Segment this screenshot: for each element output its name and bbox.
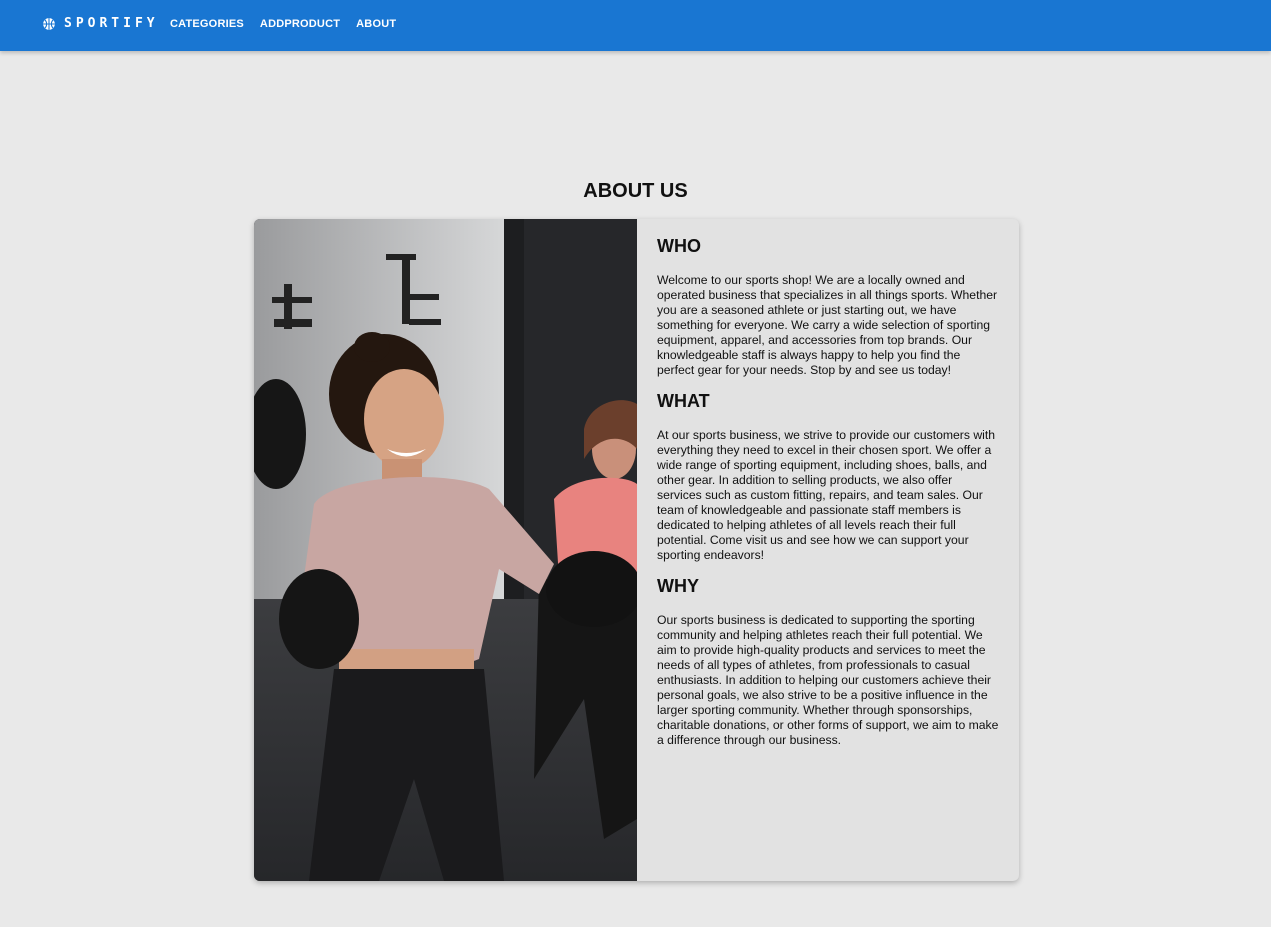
app-bar: SPORTIFY CATEGORIES ADDPRODUCT ABOUT bbox=[0, 0, 1271, 51]
brand-link[interactable]: SPORTIFY bbox=[42, 16, 159, 31]
section-heading-who: WHO bbox=[657, 236, 701, 256]
brand-name: SPORTIFY bbox=[64, 16, 159, 31]
nav-about[interactable]: ABOUT bbox=[348, 16, 404, 32]
section-text-why: Our sports business is dedicated to supp… bbox=[657, 613, 999, 747]
about-content: WHO Welcome to our sports shop! We are a… bbox=[637, 219, 1019, 881]
nav-categories[interactable]: CATEGORIES bbox=[162, 16, 252, 32]
page-title: ABOUT US bbox=[583, 180, 688, 202]
boxing-photo bbox=[254, 219, 637, 881]
nav-addproduct[interactable]: ADDPRODUCT bbox=[252, 16, 348, 32]
section-text-what: At our sports business, we strive to pro… bbox=[657, 428, 996, 562]
basketball-icon bbox=[43, 17, 55, 30]
section-heading-what: WHAT bbox=[657, 391, 710, 411]
section-text-who: Welcome to our sports shop! We are a loc… bbox=[657, 273, 998, 377]
about-card: WHO Welcome to our sports shop! We are a… bbox=[254, 219, 1019, 881]
main-nav: CATEGORIES ADDPRODUCT ABOUT bbox=[162, 16, 404, 32]
section-heading-why: WHY bbox=[657, 576, 699, 596]
